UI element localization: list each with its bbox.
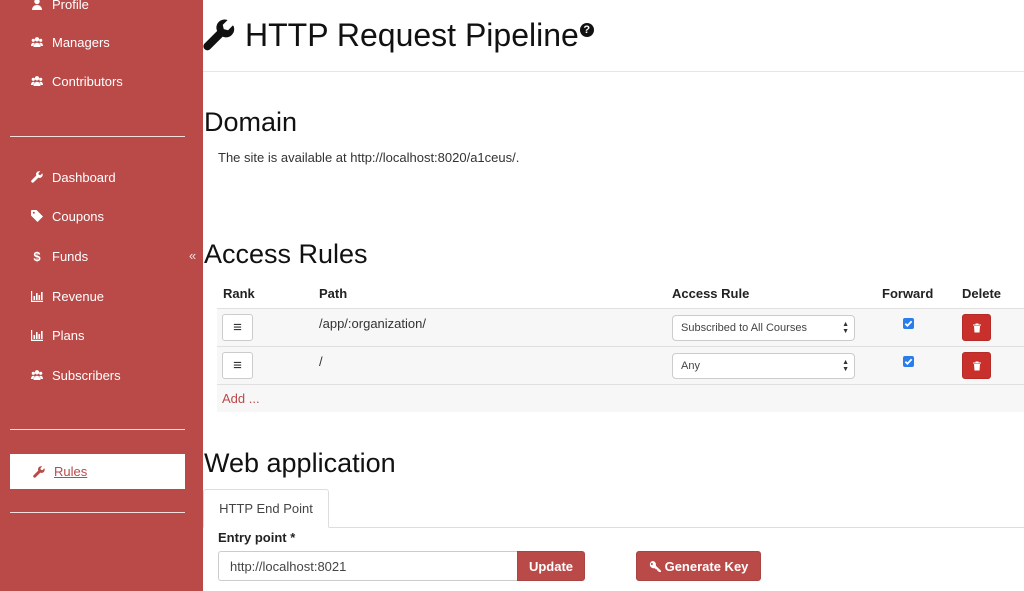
check-icon [904,320,913,328]
main-content: HTTP Request Pipeline ? Domain The site … [203,0,1024,591]
entry-point-label: Entry point * [218,530,296,545]
sidebar-item-plans[interactable]: Plans [30,324,85,346]
sidebar-divider [10,512,185,513]
select-arrows-icon: ▲ ▼ [842,359,849,373]
sidebar-item-subscribers[interactable]: Subscribers [30,364,121,386]
help-icon[interactable]: ? [579,23,594,37]
check-icon [904,358,913,366]
sidebar-item-rules[interactable]: Rules [10,454,185,489]
column-header-access-rule: Access Rule [672,286,750,301]
tab-http-end-point[interactable]: HTTP End Point [203,489,329,528]
wrench-icon [32,465,46,478]
users-icon [30,369,44,381]
sidebar-item-dashboard[interactable]: Dashboard [30,166,116,188]
sidebar-item-label: Profile [52,0,89,12]
tag-icon [30,210,44,222]
sidebar-item-label: Funds [52,248,89,264]
sidebar-divider [10,429,185,430]
access-rule-select[interactable]: Any ▲ ▼ [672,353,855,379]
entry-point-input[interactable] [218,551,518,581]
forward-checkbox[interactable] [903,318,914,329]
rule-path: /app/:organization/ [319,316,426,331]
table-row: ≡ /app/:organization/ Subscribed to All … [217,308,1024,346]
column-header-forward: Forward [882,286,934,301]
forward-checkbox[interactable] [903,356,914,367]
sidebar-item-managers[interactable]: Managers [30,31,110,53]
sidebar-item-label: Managers [52,34,110,50]
sidebar-item-contributors[interactable]: Contributors [30,70,123,92]
rule-path: / [319,354,323,369]
sidebar-item-revenue[interactable]: Revenue [30,285,104,307]
add-row: Add ... [217,384,1024,412]
web-application-heading: Web application [204,448,396,478]
access-rule-value: Any [681,360,700,372]
users-icon [30,36,44,48]
sidebar-item-coupons[interactable]: Coupons [30,205,104,227]
column-header-path: Path [319,286,348,301]
delete-button[interactable] [962,314,991,341]
generate-key-button[interactable]: Generate Key [636,551,761,581]
drag-handle-button[interactable]: ≡ [222,314,253,341]
user-icon [30,0,44,10]
generate-key-label: Generate Key [664,558,749,574]
dollar-icon: $ [33,248,41,264]
domain-heading: Domain [204,107,298,137]
sidebar-item-funds[interactable]: $ Funds [30,245,88,267]
sidebar-collapse-icon[interactable]: « [189,248,196,263]
key-icon [649,560,661,572]
trash-icon [972,323,981,332]
title-divider [203,71,1024,72]
sidebar-divider [10,136,185,137]
users-icon [30,75,44,87]
trash-icon [972,361,981,370]
page-title: HTTP Request Pipeline ? [203,13,594,57]
sidebar-item-label: Subscribers [52,367,121,383]
domain-text: The site is available at http://localhos… [218,150,520,165]
update-button[interactable]: Update [517,551,585,581]
access-rules-heading: Access Rules [204,239,368,269]
add-rule-link[interactable]: Add ... [222,391,260,406]
column-header-rank: Rank [223,286,255,301]
sidebar-item-label: Contributors [52,73,123,89]
sidebar-item-label: Plans [52,327,85,343]
drag-handle-button[interactable]: ≡ [222,352,253,379]
sidebar: Profile Managers Contributors Dashboard … [0,0,203,591]
sidebar-item-label: Coupons [52,208,105,224]
delete-button[interactable] [962,352,991,379]
sidebar-item-label: Dashboard [52,169,116,185]
column-header-delete: Delete [962,286,1002,301]
sidebar-item-label: Rules [54,464,88,479]
bar-chart-icon [30,290,44,302]
page-title-text: HTTP Request Pipeline [245,16,579,53]
access-rule-value: Subscribed to All Courses [681,322,807,334]
access-rule-select[interactable]: Subscribed to All Courses ▲ ▼ [672,315,855,341]
wrench-icon [30,171,44,183]
select-arrows-icon: ▲ ▼ [842,321,849,335]
wrench-icon [203,19,239,51]
table-row: ≡ / Any ▲ ▼ [217,346,1024,384]
bar-chart-icon [30,329,44,341]
sidebar-item-label: Revenue [52,288,105,304]
sidebar-item-profile[interactable]: Profile [30,0,89,15]
